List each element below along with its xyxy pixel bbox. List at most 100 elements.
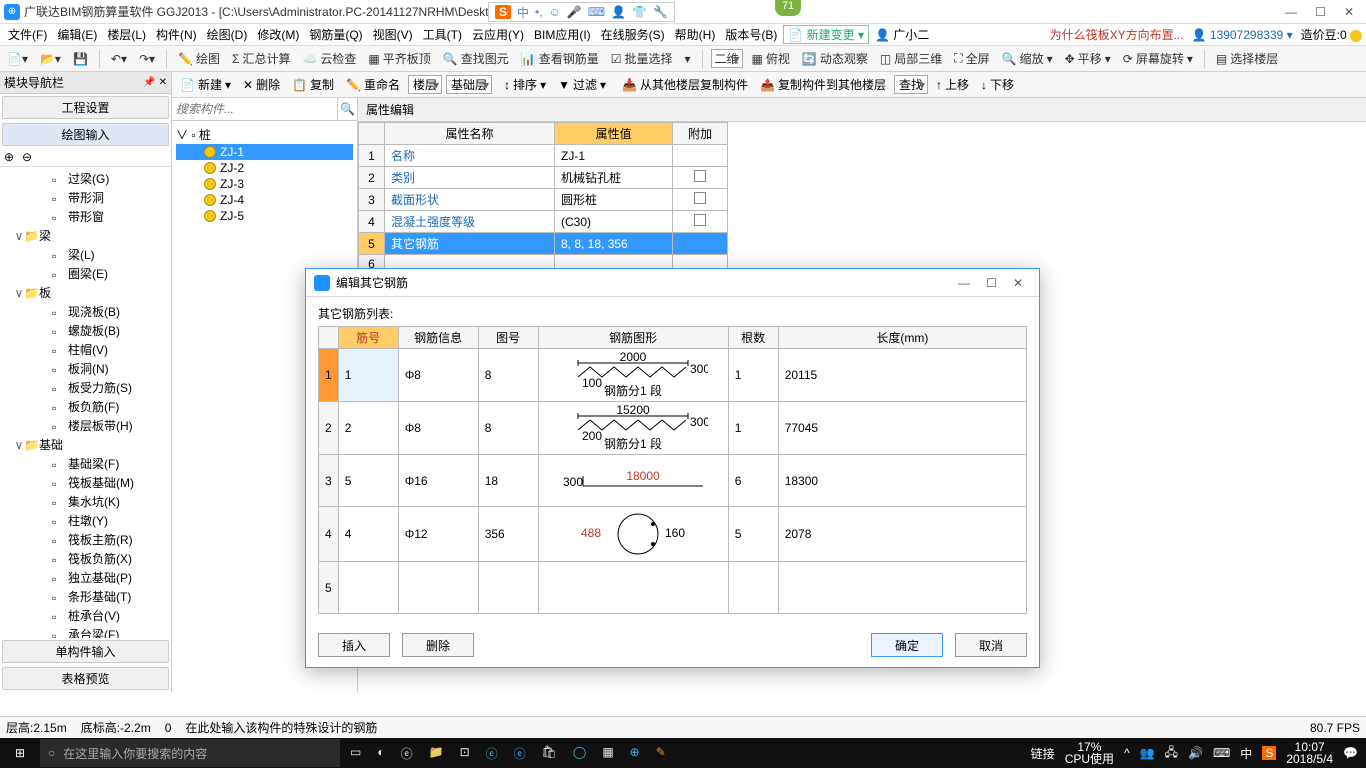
component-tree[interactable]: ∨ ▫ 桩ZJ-1ZJ-2ZJ-3ZJ-4ZJ-5 — [172, 121, 357, 228]
tree-node[interactable]: ▫集水坑(K) — [0, 492, 171, 511]
store-icon[interactable]: 🛍 — [542, 745, 557, 762]
menu-file[interactable]: 文件(F) — [4, 26, 51, 43]
tree-node[interactable]: ∨📁 梁 — [0, 226, 171, 245]
app-icon-4[interactable]: ⊡ — [460, 745, 470, 762]
start-button[interactable]: ⊞ — [0, 746, 40, 760]
search-input[interactable] — [172, 98, 337, 120]
filter-button[interactable]: ▼过滤▾ — [554, 76, 610, 93]
ime-toolbar[interactable]: S 中 •, ☺ 🎤 ⌨ 👤 👕 🔧 — [488, 2, 675, 22]
tree-node[interactable]: ▫筏板基础(M) — [0, 473, 171, 492]
tray-link[interactable]: 链接 — [1031, 745, 1055, 762]
tray-up-icon[interactable]: ^ — [1124, 746, 1130, 760]
menu-rebar[interactable]: 钢筋量(Q) — [305, 26, 366, 43]
tree-node[interactable]: ∨📁 基础 — [0, 435, 171, 454]
tree-node[interactable]: ▫过梁(G) — [0, 169, 171, 188]
align-button[interactable]: ▦平齐板顶 — [365, 50, 433, 67]
cloud-check-button[interactable]: ☁️云检查 — [299, 50, 359, 67]
section-draw[interactable]: 绘图输入 — [2, 123, 169, 146]
delete-button[interactable]: 删除 — [402, 633, 474, 657]
nav-tree[interactable]: ▫过梁(G)▫带形洞▫带形窗∨📁 梁▫梁(L)▫圈梁(E)∨📁 板▫现浇板(B)… — [0, 167, 171, 638]
copy-from-button[interactable]: 📥从其他楼层复制构件 — [618, 76, 752, 93]
draw-button[interactable]: ✏️绘图 — [175, 50, 223, 67]
tree-node[interactable]: ▫板负筋(F) — [0, 397, 171, 416]
sum-button[interactable]: Σ 汇总计算 — [229, 50, 293, 67]
open-icon[interactable]: 📂▾ — [37, 52, 64, 66]
component-item[interactable]: ZJ-2 — [176, 160, 353, 176]
undo-icon[interactable]: ↶▾ — [108, 52, 130, 66]
tree-node[interactable]: ▫独立基础(P) — [0, 568, 171, 587]
section-project[interactable]: 工程设置 — [2, 96, 169, 119]
app-icon-6[interactable]: ▦ — [602, 745, 613, 762]
menu-view[interactable]: 视图(V) — [369, 26, 417, 43]
find-combo[interactable]: 查找 — [894, 75, 928, 94]
notification-badge[interactable]: 71 — [775, 0, 801, 16]
tree-node[interactable]: ▫板受力筋(S) — [0, 378, 171, 397]
tray-ime[interactable]: 中 — [1240, 745, 1252, 762]
tray-vol-icon[interactable]: 🔊 — [1188, 746, 1203, 760]
task-view-icon[interactable]: ▭ — [350, 745, 361, 762]
menu-floor[interactable]: 楼层(L) — [103, 26, 150, 43]
tray-notif-icon[interactable]: 💬 — [1343, 746, 1358, 760]
menu-edit[interactable]: 编辑(E) — [53, 26, 101, 43]
find-button[interactable]: 🔍查找图元 — [440, 50, 512, 67]
component-item[interactable]: ZJ-4 — [176, 192, 353, 208]
help-link[interactable]: 为什么筏板XY方向布置... — [1050, 26, 1184, 43]
search-icon[interactable]: 🔍 — [337, 98, 357, 120]
tree-node[interactable]: ▫现浇板(B) — [0, 302, 171, 321]
component-item[interactable]: ZJ-5 — [176, 208, 353, 224]
tree-node[interactable]: ▫承台梁(F) — [0, 625, 171, 638]
dialog-min-button[interactable]: — — [950, 276, 978, 290]
rotate-button[interactable]: ⟳屏幕旋转▾ — [1120, 50, 1196, 67]
view-rebar-button[interactable]: 📊查看钢筋量 — [518, 50, 602, 67]
menu-modify[interactable]: 修改(M) — [253, 26, 303, 43]
select-floor-button[interactable]: ▤选择楼层 — [1213, 50, 1281, 67]
orbit-button[interactable]: 🔄动态观察 — [799, 50, 871, 67]
view-mode-combo[interactable]: 二维 — [711, 49, 743, 68]
menu-version[interactable]: 版本号(B) — [721, 26, 781, 43]
copy-to-button[interactable]: 📤复制构件到其他楼层 — [756, 76, 890, 93]
tree-node[interactable]: ▫柱墩(Y) — [0, 511, 171, 530]
rebar-table[interactable]: 筋号钢筋信息图号钢筋图形根数长度(mm)11Φ882000100300钢筋分1 … — [318, 326, 1027, 614]
app-icon-1[interactable]: ◐ — [377, 745, 384, 762]
app-icon-8[interactable]: ✎ — [656, 745, 666, 762]
tree-node[interactable]: ▫筏板负筋(X) — [0, 549, 171, 568]
zoom-button[interactable]: 🔍缩放▾ — [999, 50, 1056, 67]
tree-node[interactable]: ▫条形基础(T) — [0, 587, 171, 606]
tray-clock[interactable]: 10:072018/5/4 — [1286, 741, 1333, 765]
app-icon-3[interactable]: 📁 — [429, 745, 444, 762]
menu-component[interactable]: 构件(N) — [152, 26, 201, 43]
extra-icon[interactable]: ▾ — [682, 52, 694, 66]
tree-node[interactable]: ▫带形窗 — [0, 207, 171, 226]
ok-button[interactable]: 确定 — [871, 633, 943, 657]
taskbar-search[interactable]: ○ 在这里输入你要搜索的内容 — [40, 739, 340, 767]
ime-s-icon[interactable]: S — [495, 5, 511, 19]
phone-label[interactable]: 👤 13907298339 ▾ — [1192, 28, 1293, 42]
maximize-button[interactable]: ☐ — [1315, 5, 1326, 19]
ie-icon[interactable]: ⓔ — [514, 745, 526, 762]
menu-tool[interactable]: 工具(T) — [419, 26, 466, 43]
tree-node[interactable]: ▫螺旋板(B) — [0, 321, 171, 340]
tray-s[interactable]: S — [1262, 746, 1276, 760]
edge-icon[interactable]: ⓔ — [486, 745, 498, 762]
component-item[interactable]: ZJ-3 — [176, 176, 353, 192]
tree-node[interactable]: ▫筏板主筋(R) — [0, 530, 171, 549]
menu-draw[interactable]: 绘图(D) — [203, 26, 252, 43]
dialog-max-button[interactable]: ☐ — [978, 276, 1005, 290]
basefloor-combo[interactable]: 基础层 — [446, 75, 492, 94]
taskbar[interactable]: ⊞ ○ 在这里输入你要搜索的内容 ▭ ◐ ⓔ 📁 ⊡ ⓔ ⓔ 🛍 ◯ ▦ ⊕ ✎… — [0, 738, 1366, 768]
tree-node[interactable]: ▫基础梁(F) — [0, 454, 171, 473]
fullscreen-button[interactable]: ⛶全屏 — [951, 50, 992, 67]
tree-node[interactable]: ▫板洞(N) — [0, 359, 171, 378]
redo-icon[interactable]: ↷▾ — [136, 52, 158, 66]
tree-node[interactable]: ▫柱帽(V) — [0, 340, 171, 359]
pan-button[interactable]: ✥平移▾ — [1062, 50, 1114, 67]
sort-button[interactable]: ↕排序▾ — [500, 76, 550, 93]
collapse-icon[interactable]: ⊖ — [22, 150, 36, 164]
minimize-button[interactable]: — — [1285, 5, 1297, 19]
local3d-button[interactable]: ◫局部三维 — [877, 50, 945, 67]
expand-icon[interactable]: ⊕ — [4, 150, 18, 164]
section-preview[interactable]: 表格预览 — [2, 667, 169, 690]
tree-root[interactable]: ∨ ▫ 桩 — [176, 125, 353, 144]
delete-comp-button[interactable]: ✕删除 — [239, 76, 284, 93]
floor-combo[interactable]: 楼层 — [408, 75, 442, 94]
